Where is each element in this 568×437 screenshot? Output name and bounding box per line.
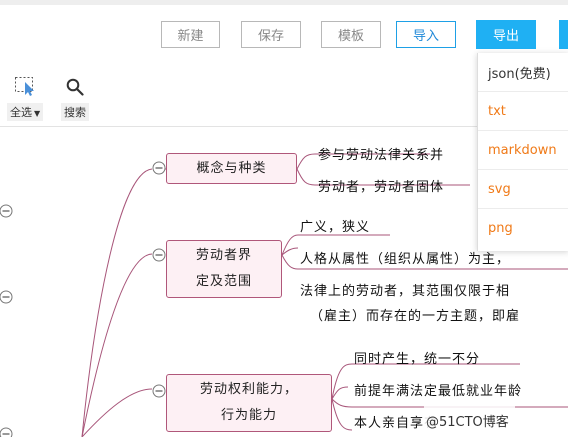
export-json-item[interactable]: json(免费) bbox=[478, 53, 568, 92]
search-label: 搜索 bbox=[61, 103, 89, 121]
window-top-strip bbox=[0, 0, 568, 5]
search-icon bbox=[66, 78, 84, 100]
mindmap-node-capacity[interactable]: 劳动权利能力， 行为能力 bbox=[166, 374, 332, 432]
search-tool[interactable]: 搜索 bbox=[61, 78, 89, 121]
save-button[interactable]: 保存 bbox=[241, 21, 301, 48]
chevron-down-icon: ▼ bbox=[34, 109, 41, 118]
partial-toolbar-button[interactable] bbox=[559, 20, 568, 49]
template-button[interactable]: 模板 bbox=[321, 21, 381, 48]
mindmap-leaf[interactable]: 同时产生，统一不分 bbox=[354, 348, 480, 367]
export-dropdown-menu: json(免费) txt markdown svg png bbox=[477, 53, 568, 251]
mindmap-leaf[interactable]: 法律上的劳动者，其范围仅限于相 bbox=[300, 280, 510, 299]
watermark: @51CTO博客 bbox=[424, 405, 515, 435]
mindmap-leaf[interactable]: 参与劳动法律关系并 bbox=[318, 144, 444, 163]
export-button[interactable]: 导出 bbox=[476, 20, 536, 49]
node-line: 定及范围 bbox=[195, 274, 252, 289]
mindmap-leaf[interactable]: 前提年满法定最低就业年龄 bbox=[354, 380, 522, 399]
node-line: 行为能力 bbox=[220, 408, 277, 423]
select-all-tool[interactable]: 全选 ▼ bbox=[7, 76, 44, 121]
select-all-icon bbox=[14, 76, 36, 100]
mindmap-leaf[interactable]: 广义，狭义 bbox=[300, 216, 370, 235]
node-line: 劳动权利能力， bbox=[199, 382, 298, 397]
mindmap-leaf[interactable]: 劳动者，劳动者固体 bbox=[318, 176, 444, 195]
new-button[interactable]: 新建 bbox=[161, 21, 220, 48]
export-svg-item[interactable]: svg bbox=[478, 170, 568, 209]
mindmap-leaf[interactable]: （雇主）而存在的一方主题，即雇 bbox=[310, 305, 520, 324]
watermark-text: @51CTO博客 bbox=[426, 414, 509, 430]
mindmap-node-worker-scope[interactable]: 劳动者界 定及范围 bbox=[166, 240, 282, 298]
export-txt-item[interactable]: txt bbox=[478, 92, 568, 131]
node-line: 劳动者界 bbox=[195, 248, 252, 263]
import-button[interactable]: 导入 bbox=[396, 21, 456, 48]
mindmap-node-concept[interactable]: 概念与种类 bbox=[166, 153, 297, 184]
export-markdown-item[interactable]: markdown bbox=[478, 131, 568, 170]
export-png-item[interactable]: png bbox=[478, 209, 568, 248]
select-all-label: 全选 ▼ bbox=[7, 103, 44, 121]
